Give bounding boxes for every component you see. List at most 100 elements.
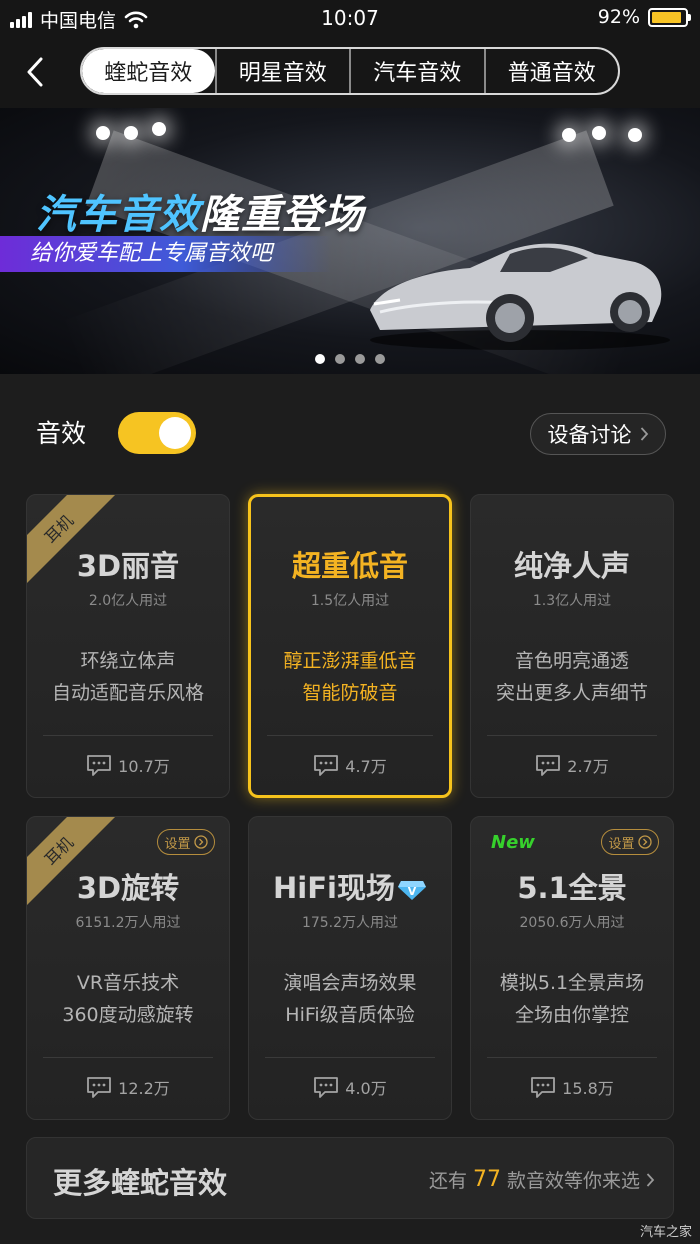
effect-card-5-1-surround[interactable]: New 设置 5.1全景 2050.6万人用过 模拟5.1全景声场 全场由你掌控… (470, 816, 674, 1120)
card-desc-line: 智能防破音 (302, 682, 398, 704)
banner-subtitle: 给你爱车配上专属音效吧 (0, 236, 333, 272)
comment-icon (536, 755, 561, 776)
carousel-dots (0, 354, 700, 364)
device-discussion-button[interactable]: 设备讨论 (530, 413, 666, 455)
card-users: 2050.6万人用过 (519, 915, 625, 931)
divider (487, 735, 657, 736)
comment-count: 4.7万 (345, 757, 387, 776)
banner-title: 汽车音效隆重登场 (36, 182, 364, 240)
toggle-knob (159, 417, 191, 449)
car-image (370, 243, 670, 350)
card-desc-line: HiFi级音质体验 (285, 1004, 415, 1026)
banner-title-highlight: 汽车音效 (36, 192, 200, 238)
chevron-right-icon (640, 427, 648, 441)
effect-card-pure-vocal[interactable]: 纯净人声 1.3亿人用过 音色明亮通透 突出更多人声细节 2.7万 (470, 494, 674, 798)
vip-diamond-icon: V (397, 881, 426, 900)
card-desc-line: 突出更多人声细节 (495, 682, 648, 704)
watermark: 汽车之家 (639, 1225, 692, 1240)
effect-card-3d-rotate[interactable]: 耳机 设置 3D旋转 6151.2万人用过 VR音乐技术 360度动感旋转 12… (26, 816, 230, 1120)
divider (265, 1057, 435, 1058)
divider (43, 1057, 213, 1058)
status-bar: 中国电信 10:07 92% (0, 0, 700, 36)
card-desc-line: 演唱会声场效果 (283, 972, 417, 994)
battery-icon (648, 7, 691, 27)
more-summary: 还有 77 款音效等你来选 (429, 1166, 655, 1193)
card-desc-line: 模拟5.1全景声场 (499, 972, 645, 994)
settings-button[interactable]: 设置 (601, 829, 659, 855)
effect-card-hifi-live[interactable]: HiFi现场 V 175.2万人用过 演唱会声场效果 HiFi级音质体验 4.0万 (248, 816, 452, 1120)
divider (267, 735, 433, 736)
tab-normal[interactable]: 普通音效 (483, 49, 619, 93)
card-users: 1.5亿人用过 (310, 593, 390, 609)
card-desc-line: 音色明亮通透 (514, 650, 629, 672)
card-title: 3D丽音 (76, 549, 180, 583)
card-title: 5.1全景 (517, 871, 627, 905)
carousel-dot[interactable] (315, 354, 325, 364)
comment-count: 4.0万 (345, 1079, 387, 1098)
comment-icon (531, 1077, 556, 1098)
spotlight (96, 126, 110, 140)
tab-viper[interactable]: 蝰蛇音效 (82, 49, 215, 93)
card-desc-line: 全场由你掌控 (514, 1004, 629, 1026)
settings-label: 设置 (164, 836, 191, 852)
card-desc: 醇正澎湃重低音 智能防破音 (251, 645, 449, 709)
clock: 10:07 (321, 6, 379, 30)
tab-car[interactable]: 汽车音效 (349, 49, 484, 93)
battery-percent: 92% (597, 6, 640, 28)
comment-count: 12.2万 (118, 1079, 170, 1098)
card-comments[interactable]: 15.8万 (471, 1075, 673, 1099)
comment-count: 2.7万 (567, 757, 609, 776)
more-prefix: 还有 (428, 1170, 467, 1192)
carousel-dot[interactable] (355, 354, 365, 364)
back-button[interactable] (18, 50, 52, 94)
card-desc-line: 环绕立体声 (80, 650, 176, 672)
chevron-right-circle-icon (637, 835, 652, 849)
card-users: 6151.2万人用过 (75, 915, 181, 931)
comment-icon (87, 755, 112, 776)
spotlight (562, 128, 576, 142)
more-suffix: 款音效等你来选 (506, 1170, 640, 1192)
chevron-right-circle-icon (193, 835, 208, 849)
device-discussion-label: 设备讨论 (547, 423, 632, 447)
effect-toggle[interactable] (118, 412, 196, 454)
card-comments[interactable]: 4.7万 (251, 753, 449, 777)
card-desc-line: VR音乐技术 (76, 972, 180, 994)
card-users: 175.2万人用过 (301, 915, 399, 931)
carousel-dot[interactable] (375, 354, 385, 364)
card-title: 3D旋转 (76, 871, 180, 905)
card-comments[interactable]: 10.7万 (27, 753, 229, 777)
comment-icon (314, 755, 339, 776)
card-title: 纯净人声 (513, 549, 630, 583)
card-users: 1.3亿人用过 (532, 593, 612, 609)
effect-label: 音效 (36, 419, 87, 448)
more-count: 77 (472, 1167, 501, 1192)
comment-count: 15.8万 (562, 1079, 614, 1098)
promo-banner[interactable]: 汽车音效隆重登场 给你爱车配上专属音效吧 (0, 108, 700, 374)
carousel-dot[interactable] (335, 354, 345, 364)
spotlight (152, 122, 166, 136)
more-effects-bar[interactable]: 更多蝰蛇音效 还有 77 款音效等你来选 (26, 1137, 674, 1219)
chevron-right-icon (646, 1172, 655, 1187)
card-desc: VR音乐技术 360度动感旋转 (27, 967, 229, 1031)
tab-star[interactable]: 明星音效 (214, 49, 350, 93)
card-comments[interactable]: 12.2万 (27, 1075, 229, 1099)
comment-count: 10.7万 (118, 757, 170, 776)
card-desc: 音色明亮通透 突出更多人声细节 (471, 645, 673, 709)
more-title: 更多蝰蛇音效 (53, 1166, 228, 1200)
new-badge: New (491, 832, 535, 853)
comment-icon (314, 1077, 339, 1098)
card-comments[interactable]: 2.7万 (471, 753, 673, 777)
settings-button[interactable]: 设置 (157, 829, 215, 855)
effect-card-super-bass[interactable]: 超重低音 1.5亿人用过 醇正澎湃重低音 智能防破音 4.7万 (248, 494, 452, 798)
card-title: 超重低音 (291, 549, 408, 583)
spotlight (592, 126, 606, 140)
chevron-left-icon (27, 57, 43, 87)
settings-label: 设置 (608, 836, 635, 852)
card-desc: 环绕立体声 自动适配音乐风格 (27, 645, 229, 709)
card-comments[interactable]: 4.0万 (249, 1075, 451, 1099)
card-title-text: HiFi现场 (273, 871, 395, 905)
effect-card-3d-audio[interactable]: 耳机 3D丽音 2.0亿人用过 环绕立体声 自动适配音乐风格 10.7万 (26, 494, 230, 798)
card-desc: 模拟5.1全景声场 全场由你掌控 (471, 967, 673, 1031)
spotlight (124, 126, 138, 140)
banner-title-rest: 隆重登场 (200, 192, 364, 238)
